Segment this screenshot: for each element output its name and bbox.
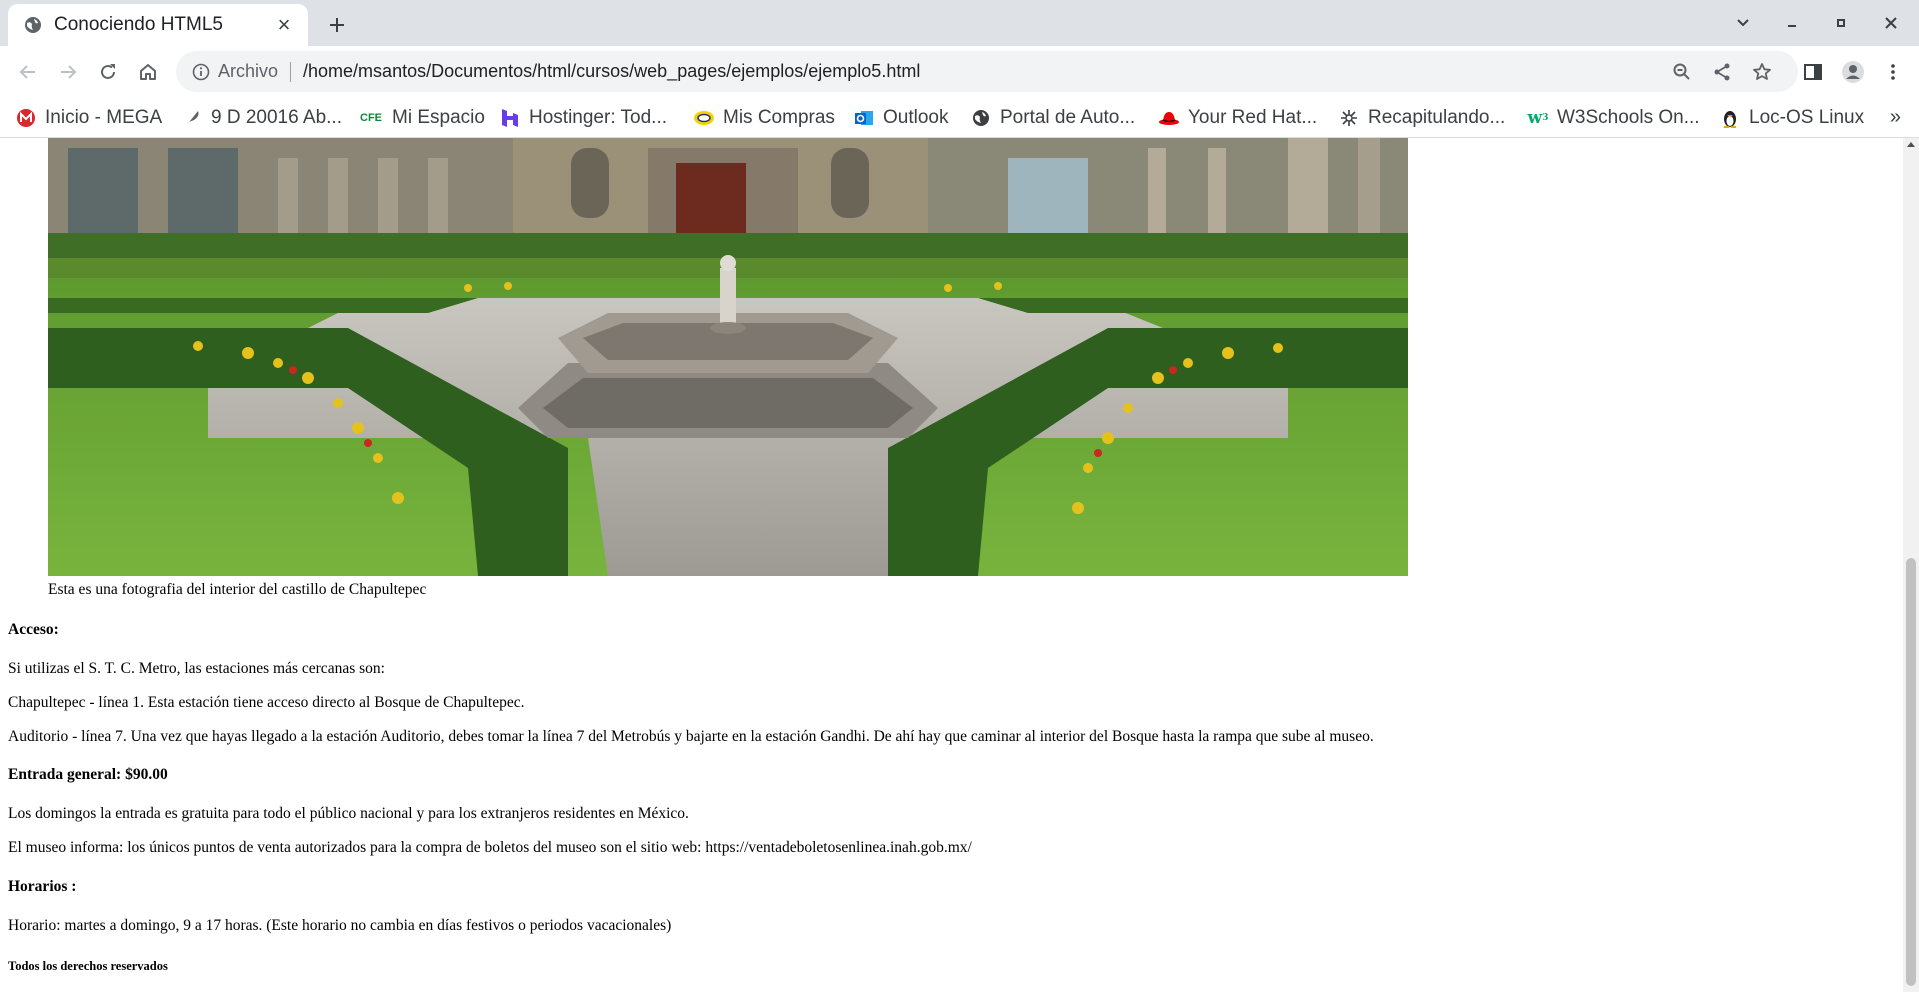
cfe-icon: CFE — [360, 112, 382, 124]
scheme-label: Archivo — [218, 61, 279, 81]
tab-title: Conociendo HTML5 — [54, 14, 223, 35]
reload-icon[interactable] — [92, 56, 124, 88]
home-icon[interactable] — [132, 56, 164, 88]
zoom-icon[interactable] — [1667, 57, 1697, 87]
bookmark-item-mis-compras[interactable]: Mis Compras — [693, 102, 835, 134]
bookmarks-overflow-button[interactable]: » — [1890, 106, 1901, 129]
domingos-paragraph: Los domingos la entrada es gratuita para… — [8, 805, 689, 822]
address-bar[interactable]: Archivo /home/msantos/Documentos/html/cu… — [176, 51, 1798, 92]
outlook-icon — [853, 107, 875, 129]
menu-icon[interactable] — [1877, 56, 1909, 88]
museo-paragraph: El museo informa: los únicos puntos de v… — [8, 839, 972, 856]
redhat-icon — [1158, 107, 1180, 129]
scrollbar-thumb[interactable] — [1906, 558, 1916, 986]
shopping-icon — [693, 107, 715, 129]
bookmark-item-recapitulando[interactable]: Recapitulando... — [1338, 102, 1505, 134]
horario-paragraph: Horario: martes a domingo, 9 a 17 horas.… — [8, 917, 672, 934]
bookmark-item-portal[interactable]: Portal de Auto... — [970, 102, 1135, 134]
omnibox-divider — [290, 61, 292, 82]
info-icon[interactable] — [190, 61, 212, 83]
auditorio-paragraph: Auditorio - línea 7. Una vez que hayas l… — [8, 728, 1374, 745]
new-tab-button[interactable] — [322, 10, 352, 40]
side-panel-icon[interactable] — [1797, 56, 1829, 88]
bookmark-item-loc-os[interactable]: Loc-OS Linux — [1719, 102, 1864, 134]
bookmark-item-w3schools[interactable]: w3 W3Schools On... — [1527, 102, 1700, 134]
back-icon[interactable] — [12, 56, 44, 88]
tab-strip: Conociendo HTML5 × — [0, 0, 1919, 46]
minimize-icon[interactable] — [1775, 8, 1809, 38]
bookmark-item-hostinger[interactable]: Hostinger: Tod... — [499, 102, 667, 134]
horarios-heading: Horarios : — [8, 878, 77, 895]
w3schools-icon: w3 — [1527, 108, 1549, 128]
castle-garden-photo — [48, 138, 1408, 576]
profile-avatar-icon[interactable] — [1837, 56, 1869, 88]
bookmark-item-mega[interactable]: Inicio - MEGA — [15, 102, 162, 134]
browser-tab[interactable]: Conociendo HTML5 × — [8, 4, 308, 46]
share-icon[interactable] — [1707, 57, 1737, 87]
bookmark-star-icon[interactable] — [1747, 57, 1777, 87]
close-icon[interactable] — [1874, 8, 1908, 38]
metro-paragraph: Si utilizas el S. T. C. Metro, las estac… — [8, 660, 385, 677]
globe-icon — [970, 107, 992, 129]
browser-toolbar: Archivo /home/msantos/Documentos/html/cu… — [0, 46, 1919, 98]
bookmarks-bar: Inicio - MEGA 9 D 20016 Ab... CFE Mi Esp… — [0, 98, 1919, 138]
bookmark-item-mi-espacio[interactable]: CFE Mi Espacio — [358, 102, 485, 134]
forward-icon[interactable] — [52, 56, 84, 88]
acceso-heading: Acceso: — [8, 621, 59, 638]
vertical-scrollbar[interactable] — [1903, 138, 1919, 992]
penguin-icon — [1719, 107, 1741, 129]
globe-icon — [24, 16, 42, 34]
photo-caption: Esta es una fotografia del interior del … — [48, 581, 427, 598]
scroll-up-arrow-icon[interactable] — [1907, 142, 1915, 147]
bookmark-item-redhat[interactable]: Your Red Hat... — [1158, 102, 1317, 134]
mega-icon — [15, 107, 37, 129]
bookmark-item-outlook[interactable]: Outlook — [853, 102, 948, 134]
tab-close-button[interactable]: × — [272, 13, 296, 37]
entrada-heading: Entrada general: $90.00 — [8, 766, 168, 783]
maximize-icon[interactable] — [1824, 8, 1858, 38]
quill-icon — [181, 107, 203, 129]
tab-search-icon[interactable] — [1726, 8, 1760, 38]
hostinger-icon — [499, 107, 521, 129]
asterisk-icon — [1338, 107, 1360, 129]
chapultepec-paragraph: Chapultepec - línea 1. Esta estación tie… — [8, 694, 525, 711]
page-content: Esta es una fotografia del interior del … — [0, 138, 1903, 992]
bookmark-item-9d[interactable]: 9 D 20016 Ab... — [181, 102, 342, 134]
footer-text: Todos los derechos reservados — [8, 959, 168, 973]
url-text[interactable]: /home/msantos/Documentos/html/cursos/web… — [303, 61, 920, 82]
